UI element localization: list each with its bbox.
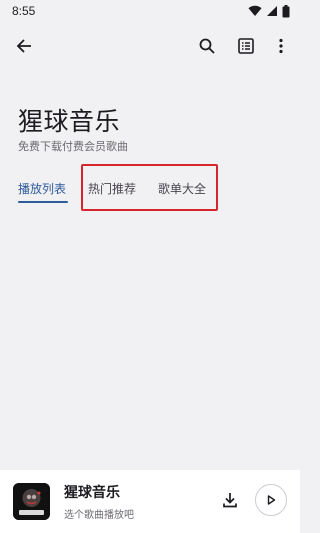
active-tab-indicator [18, 201, 68, 203]
mini-player[interactable]: 猩球音乐 选个歌曲播放吧 [0, 470, 300, 533]
more-vert-icon [279, 38, 283, 54]
wifi-icon [248, 5, 262, 17]
list-icon [238, 38, 254, 54]
play-icon [267, 495, 276, 505]
list-view-button[interactable] [231, 31, 261, 61]
player-song-title: 猩球音乐 [64, 485, 120, 501]
arrow-back-icon [16, 39, 31, 53]
download-button[interactable] [216, 486, 244, 514]
search-icon [199, 38, 215, 54]
status-time: 8:55 [12, 4, 36, 18]
tab-playlist[interactable]: 播放列表 [18, 180, 66, 197]
page-title: 猩球音乐 [18, 107, 121, 136]
page-subtitle: 免费下载付费会员歌曲 [18, 140, 128, 153]
battery-icon [282, 4, 290, 17]
play-button[interactable] [255, 484, 287, 516]
player-song-subtitle: 选个歌曲播放吧 [64, 510, 134, 521]
album-art [13, 483, 50, 520]
highlight-annotation-box [81, 164, 218, 211]
download-icon [223, 493, 237, 508]
back-button[interactable] [9, 31, 39, 61]
status-bar: 8:55 [0, 0, 300, 22]
status-icons [248, 4, 290, 18]
gorilla-logo-icon [13, 483, 50, 520]
more-options-button[interactable] [266, 31, 296, 61]
signal-icon [267, 6, 277, 16]
search-button[interactable] [192, 31, 222, 61]
top-app-bar [0, 28, 300, 64]
